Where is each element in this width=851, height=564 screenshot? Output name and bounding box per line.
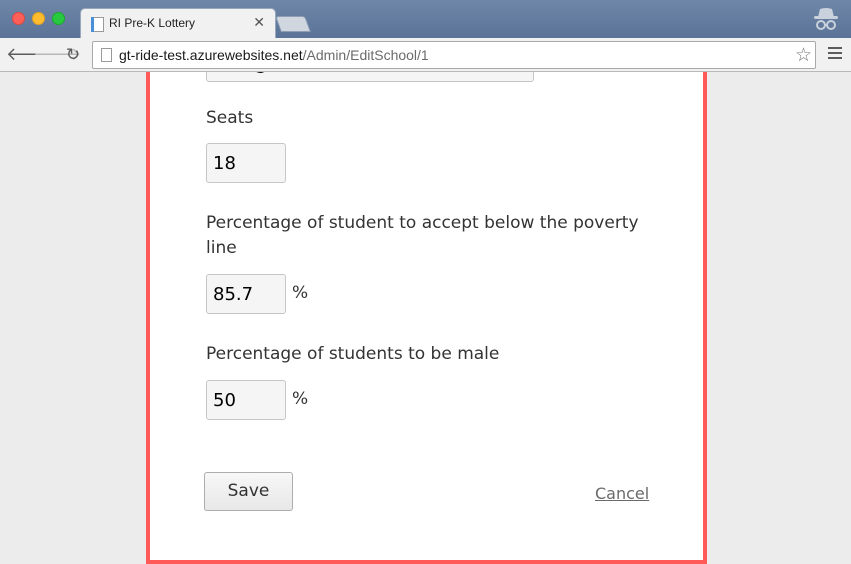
close-window-button[interactable] xyxy=(12,12,25,25)
bookmark-star-icon[interactable]: ☆ xyxy=(795,44,812,66)
browser-tab[interactable]: RI Pre-K Lottery ✕ xyxy=(80,8,276,38)
document-icon xyxy=(101,48,112,62)
zoom-window-button[interactable] xyxy=(52,12,65,25)
page-viewport: fake@email.com Seats 18 Percentage of st… xyxy=(0,72,851,564)
seats-input[interactable]: 18 xyxy=(206,143,286,183)
male-percentage-input[interactable]: 50 xyxy=(206,380,286,420)
address-bar[interactable]: gt-ride-test.azurewebsites.net/Admin/Edi… xyxy=(92,41,816,69)
save-button[interactable]: Save xyxy=(204,472,293,511)
browser-toolbar: 🡐 🡒 ↻ gt-ride-test.azurewebsites.net/Adm… xyxy=(0,38,851,72)
browser-titlebar: RI Pre-K Lottery ✕ xyxy=(0,0,851,38)
url-host: gt-ride-test.azurewebsites.net xyxy=(119,47,303,63)
forward-arrow-icon[interactable]: 🡒 xyxy=(33,44,81,66)
close-tab-icon[interactable]: ✕ xyxy=(253,15,265,31)
cancel-link[interactable]: Cancel xyxy=(595,484,649,503)
minimize-window-button[interactable] xyxy=(32,12,45,25)
reload-icon[interactable]: ↻ xyxy=(62,44,84,66)
page-icon xyxy=(91,17,104,32)
new-tab-button[interactable] xyxy=(275,16,311,32)
male-percentage-label: Percentage of students to be male xyxy=(206,344,500,364)
url-path: /Admin/EditSchool/1 xyxy=(302,47,429,63)
seats-label: Seats xyxy=(206,108,254,128)
edit-school-form: fake@email.com Seats 18 Percentage of st… xyxy=(146,72,707,564)
poverty-percentage-input[interactable]: 85.7 xyxy=(206,274,286,314)
email-field[interactable]: fake@email.com xyxy=(206,72,534,82)
male-percent-sign: % xyxy=(292,389,309,409)
poverty-percent-sign: % xyxy=(292,283,309,303)
back-arrow-icon[interactable]: 🡐 xyxy=(6,44,54,66)
hamburger-menu-icon[interactable] xyxy=(828,47,842,61)
poverty-percentage-label: Percentage of student to accept below th… xyxy=(206,213,639,258)
tab-title: RI Pre-K Lottery xyxy=(109,16,196,30)
url-text[interactable]: gt-ride-test.azurewebsites.net/Admin/Edi… xyxy=(119,47,429,63)
incognito-icon xyxy=(814,8,838,30)
